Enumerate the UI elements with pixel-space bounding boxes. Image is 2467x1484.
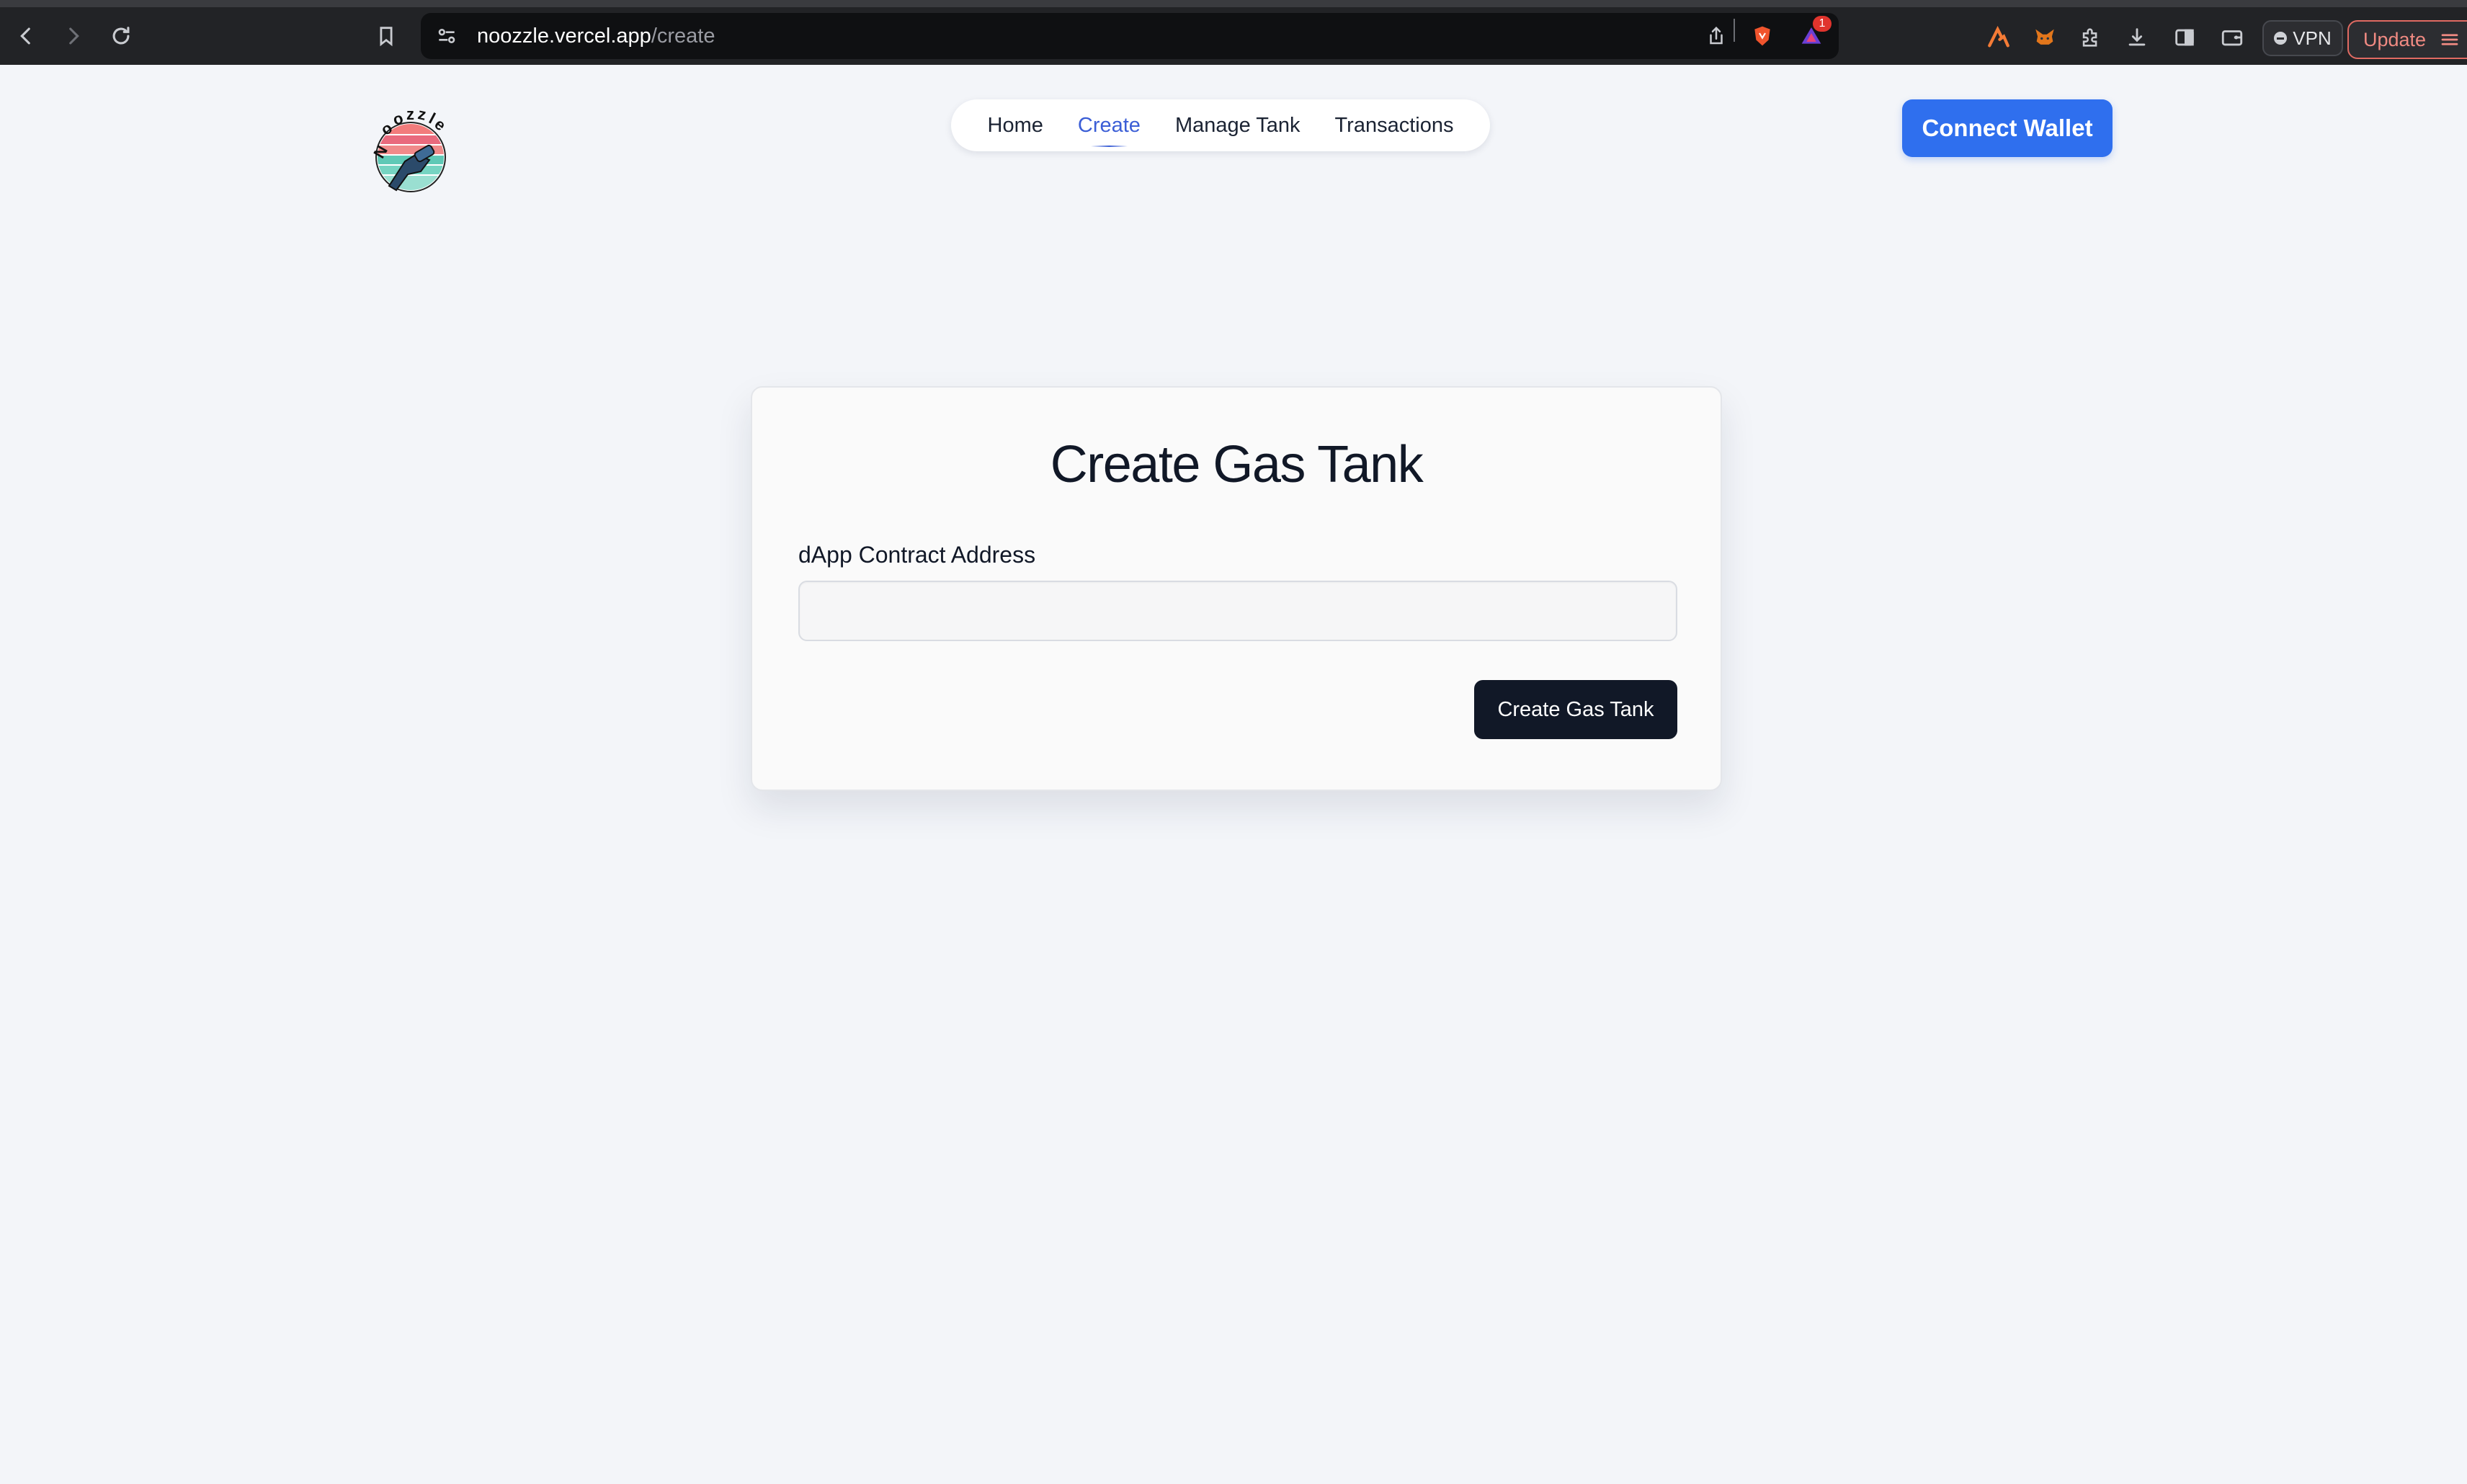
connect-wallet-button[interactable]: Connect Wallet bbox=[1902, 99, 2113, 157]
back-icon[interactable] bbox=[10, 20, 42, 52]
main-navigation: Home Create Manage Tank Transactions bbox=[951, 99, 1490, 151]
aurora-icon[interactable] bbox=[1984, 23, 2013, 52]
wallet-icon[interactable] bbox=[2218, 23, 2247, 52]
contract-address-input[interactable] bbox=[798, 581, 1677, 641]
address-bar-divider bbox=[1734, 19, 1735, 42]
update-label: Update bbox=[2363, 28, 2427, 50]
url-path: /create bbox=[651, 24, 715, 48]
contract-address-label: dApp Contract Address bbox=[798, 542, 1036, 568]
forward-icon[interactable] bbox=[58, 20, 89, 52]
vpn-label: VPN bbox=[2293, 27, 2332, 49]
share-icon[interactable] bbox=[1703, 23, 1729, 49]
nav-home[interactable]: Home bbox=[988, 111, 1043, 140]
menu-icon[interactable] bbox=[2439, 29, 2461, 50]
page-title: Create Gas Tank bbox=[1050, 436, 1424, 493]
extensions-icon[interactable] bbox=[2076, 23, 2105, 52]
create-gas-tank-card: Create Gas Tank dApp Contract Address Cr… bbox=[751, 386, 1722, 791]
noozzle-logo[interactable]: N o o z z l e bbox=[360, 105, 458, 203]
svg-text:z: z bbox=[406, 105, 414, 123]
browser-toolbar: noozzle.vercel.app/create 1 VPN Update bbox=[0, 0, 2467, 65]
url-host: noozzle.vercel.app bbox=[477, 24, 651, 48]
nav-manage-tank[interactable]: Manage Tank bbox=[1175, 111, 1301, 140]
svg-text:z: z bbox=[416, 105, 428, 124]
vpn-status-icon bbox=[2274, 32, 2288, 45]
download-icon[interactable] bbox=[2123, 23, 2151, 52]
bookmark-icon[interactable] bbox=[370, 20, 402, 52]
brave-shields-icon[interactable] bbox=[1749, 23, 1775, 49]
reload-icon[interactable] bbox=[105, 20, 137, 52]
url-text[interactable]: noozzle.vercel.app/create bbox=[477, 23, 715, 49]
update-button[interactable]: Update bbox=[2347, 20, 2467, 59]
vpn-button[interactable]: VPN bbox=[2262, 20, 2343, 56]
create-gas-tank-button[interactable]: Create Gas Tank bbox=[1474, 680, 1677, 739]
sidebar-icon[interactable] bbox=[2170, 23, 2199, 52]
address-bar[interactable]: noozzle.vercel.app/create bbox=[421, 13, 1839, 59]
metamask-icon[interactable] bbox=[2030, 23, 2059, 52]
svg-text:o: o bbox=[391, 109, 405, 129]
site-settings-icon[interactable] bbox=[435, 24, 458, 48]
nav-transactions[interactable]: Transactions bbox=[1335, 111, 1454, 140]
notification-badge: 1 bbox=[1813, 16, 1832, 32]
nav-create[interactable]: Create bbox=[1078, 111, 1141, 147]
page-content: N o o z z l e Home Create Manage Tank Tr… bbox=[0, 65, 2467, 1484]
